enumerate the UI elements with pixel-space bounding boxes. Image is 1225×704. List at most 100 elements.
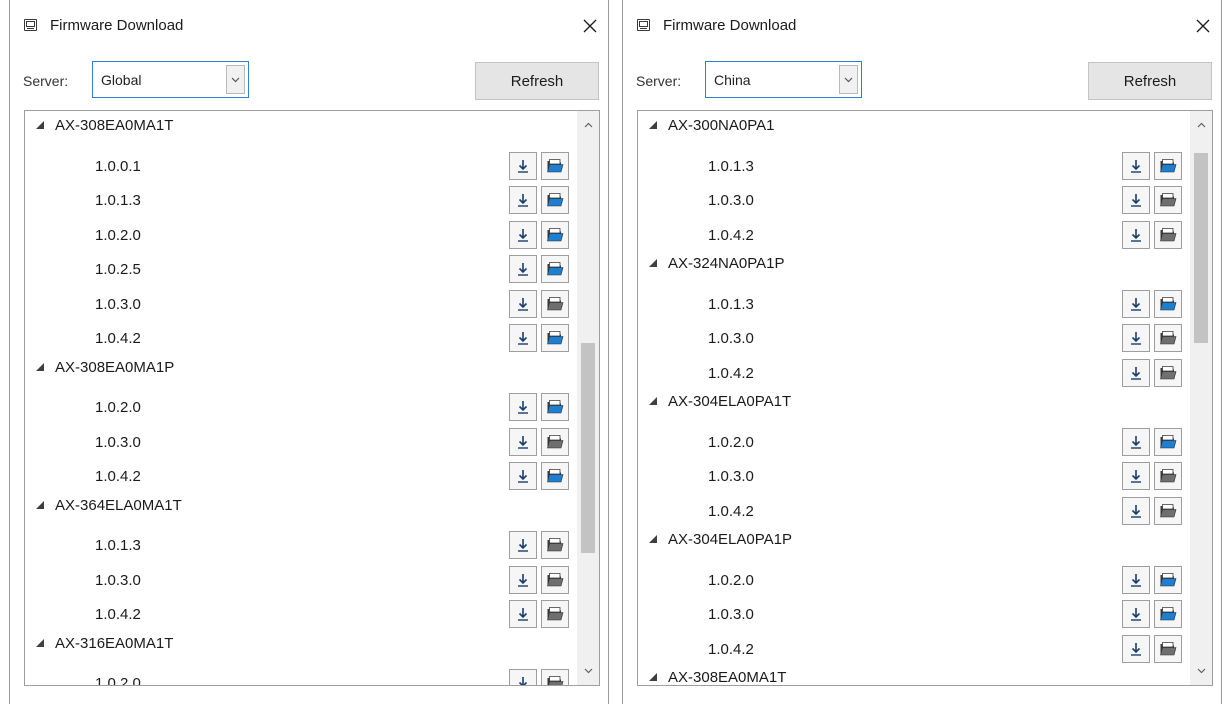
scroll-up-button[interactable] — [577, 114, 599, 136]
expanded-triangle-icon[interactable] — [36, 638, 44, 647]
tree-model-node[interactable]: AX-300NA0PA1 — [638, 111, 1188, 146]
scrollbar-thumb[interactable] — [581, 343, 595, 553]
download-button[interactable] — [509, 669, 537, 685]
firmware-version-row[interactable]: 1.0.4.2 — [25, 318, 575, 353]
title-bar[interactable]: Firmware Download — [10, 0, 608, 54]
firmware-version-row[interactable]: 1.0.3.0 — [25, 284, 575, 319]
download-button[interactable] — [509, 220, 537, 249]
open-folder-button[interactable] — [541, 427, 569, 456]
firmware-version-row[interactable]: 1.0.4.2 — [638, 353, 1188, 388]
server-dropdown[interactable]: China — [705, 61, 862, 98]
firmware-version-row[interactable]: 1.0.2.0 — [638, 422, 1188, 457]
open-folder-button[interactable] — [1154, 600, 1182, 628]
firmware-version-row[interactable]: 1.0.4.2 — [638, 215, 1188, 250]
open-folder-button[interactable] — [1154, 220, 1182, 249]
refresh-button[interactable]: Refresh — [1088, 62, 1212, 100]
expanded-triangle-icon[interactable] — [649, 535, 657, 543]
firmware-version-row[interactable]: 1.0.2.0 — [25, 663, 575, 685]
firmware-version-row[interactable]: 1.0.1.3 — [25, 180, 575, 215]
download-button[interactable] — [1122, 289, 1150, 318]
open-folder-button[interactable] — [541, 324, 569, 352]
open-folder-button[interactable] — [1154, 151, 1182, 180]
open-folder-button[interactable] — [1154, 358, 1182, 387]
scroll-down-button[interactable] — [1190, 660, 1212, 682]
expanded-triangle-icon[interactable] — [649, 397, 657, 405]
tree-model-node[interactable]: AX-324NA0PA1P — [638, 249, 1188, 284]
tree-model-node[interactable]: AX-304ELA0PA1P — [638, 525, 1188, 560]
open-folder-button[interactable] — [541, 151, 569, 180]
tree-model-node[interactable]: AX-316EA0MA1T — [25, 629, 575, 664]
download-button[interactable] — [1122, 220, 1150, 249]
download-button[interactable] — [509, 462, 537, 490]
open-folder-button[interactable] — [541, 255, 569, 283]
open-folder-button[interactable] — [541, 669, 569, 685]
open-folder-button[interactable] — [1154, 565, 1182, 594]
open-folder-button[interactable] — [1154, 462, 1182, 490]
scrollbar-thumb[interactable] — [1194, 153, 1208, 343]
tree-model-node[interactable]: AX-308EA0MA1T — [25, 111, 575, 146]
server-dropdown[interactable]: Global — [92, 61, 249, 98]
open-folder-button[interactable] — [1154, 186, 1182, 214]
firmware-version-row[interactable]: 1.0.4.2 — [25, 456, 575, 491]
firmware-version-row[interactable]: 1.0.2.0 — [638, 560, 1188, 595]
download-button[interactable] — [509, 289, 537, 318]
download-button[interactable] — [1122, 496, 1150, 525]
open-folder-button[interactable] — [541, 186, 569, 214]
firmware-version-row[interactable]: 1.0.1.3 — [638, 146, 1188, 181]
tree-model-node[interactable]: AX-304ELA0PA1T — [638, 387, 1188, 422]
firmware-version-row[interactable]: 1.0.3.0 — [25, 560, 575, 595]
firmware-version-row[interactable]: 1.0.2.0 — [25, 387, 575, 422]
download-button[interactable] — [1122, 600, 1150, 628]
open-folder-button[interactable] — [1154, 289, 1182, 318]
expanded-triangle-icon[interactable] — [649, 121, 657, 129]
firmware-version-row[interactable]: 1.0.3.0 — [638, 180, 1188, 215]
firmware-version-row[interactable]: 1.0.4.2 — [638, 629, 1188, 664]
refresh-button[interactable]: Refresh — [475, 62, 599, 100]
expanded-triangle-icon[interactable] — [36, 121, 44, 129]
scroll-down-button[interactable] — [577, 660, 599, 682]
open-folder-button[interactable] — [541, 531, 569, 559]
vertical-scrollbar[interactable] — [1190, 111, 1212, 685]
download-button[interactable] — [509, 565, 537, 594]
open-folder-button[interactable] — [541, 393, 569, 421]
download-button[interactable] — [509, 393, 537, 421]
download-button[interactable] — [509, 151, 537, 180]
download-button[interactable] — [509, 600, 537, 628]
firmware-version-row[interactable]: 1.0.4.2 — [25, 594, 575, 629]
download-button[interactable] — [1122, 324, 1150, 352]
vertical-scrollbar[interactable] — [577, 111, 599, 685]
download-button[interactable] — [1122, 634, 1150, 663]
open-folder-button[interactable] — [1154, 324, 1182, 352]
download-button[interactable] — [509, 531, 537, 559]
download-button[interactable] — [509, 255, 537, 283]
expanded-triangle-icon[interactable] — [36, 362, 44, 371]
close-button[interactable] — [1185, 8, 1221, 44]
dropdown-arrow-button[interactable] — [839, 65, 858, 94]
open-folder-button[interactable] — [541, 600, 569, 628]
firmware-version-row[interactable]: 1.0.3.0 — [638, 594, 1188, 629]
tree-model-node[interactable]: AX-364ELA0MA1T — [25, 491, 575, 526]
firmware-version-row[interactable]: 1.0.2.0 — [25, 215, 575, 250]
firmware-version-row[interactable]: 1.0.0.1 — [25, 146, 575, 181]
scroll-up-button[interactable] — [1190, 114, 1212, 136]
download-button[interactable] — [509, 427, 537, 456]
expanded-triangle-icon[interactable] — [36, 500, 44, 509]
tree-model-node[interactable]: AX-308EA0MA1P — [25, 353, 575, 388]
download-button[interactable] — [1122, 462, 1150, 490]
expanded-triangle-icon[interactable] — [649, 259, 657, 267]
open-folder-button[interactable] — [1154, 427, 1182, 456]
open-folder-button[interactable] — [1154, 634, 1182, 663]
expanded-triangle-icon[interactable] — [649, 673, 657, 681]
title-bar[interactable]: Firmware Download — [623, 0, 1221, 54]
open-folder-button[interactable] — [541, 289, 569, 318]
tree-model-node[interactable]: AX-308EA0MA1T — [638, 663, 1188, 685]
firmware-version-row[interactable]: 1.0.3.0 — [638, 456, 1188, 491]
download-button[interactable] — [1122, 427, 1150, 456]
open-folder-button[interactable] — [541, 462, 569, 490]
firmware-version-row[interactable]: 1.0.1.3 — [25, 525, 575, 560]
close-button[interactable] — [572, 8, 608, 44]
firmware-version-row[interactable]: 1.0.1.3 — [638, 284, 1188, 319]
firmware-version-row[interactable]: 1.0.3.0 — [638, 318, 1188, 353]
dropdown-arrow-button[interactable] — [226, 65, 245, 94]
download-button[interactable] — [509, 186, 537, 214]
